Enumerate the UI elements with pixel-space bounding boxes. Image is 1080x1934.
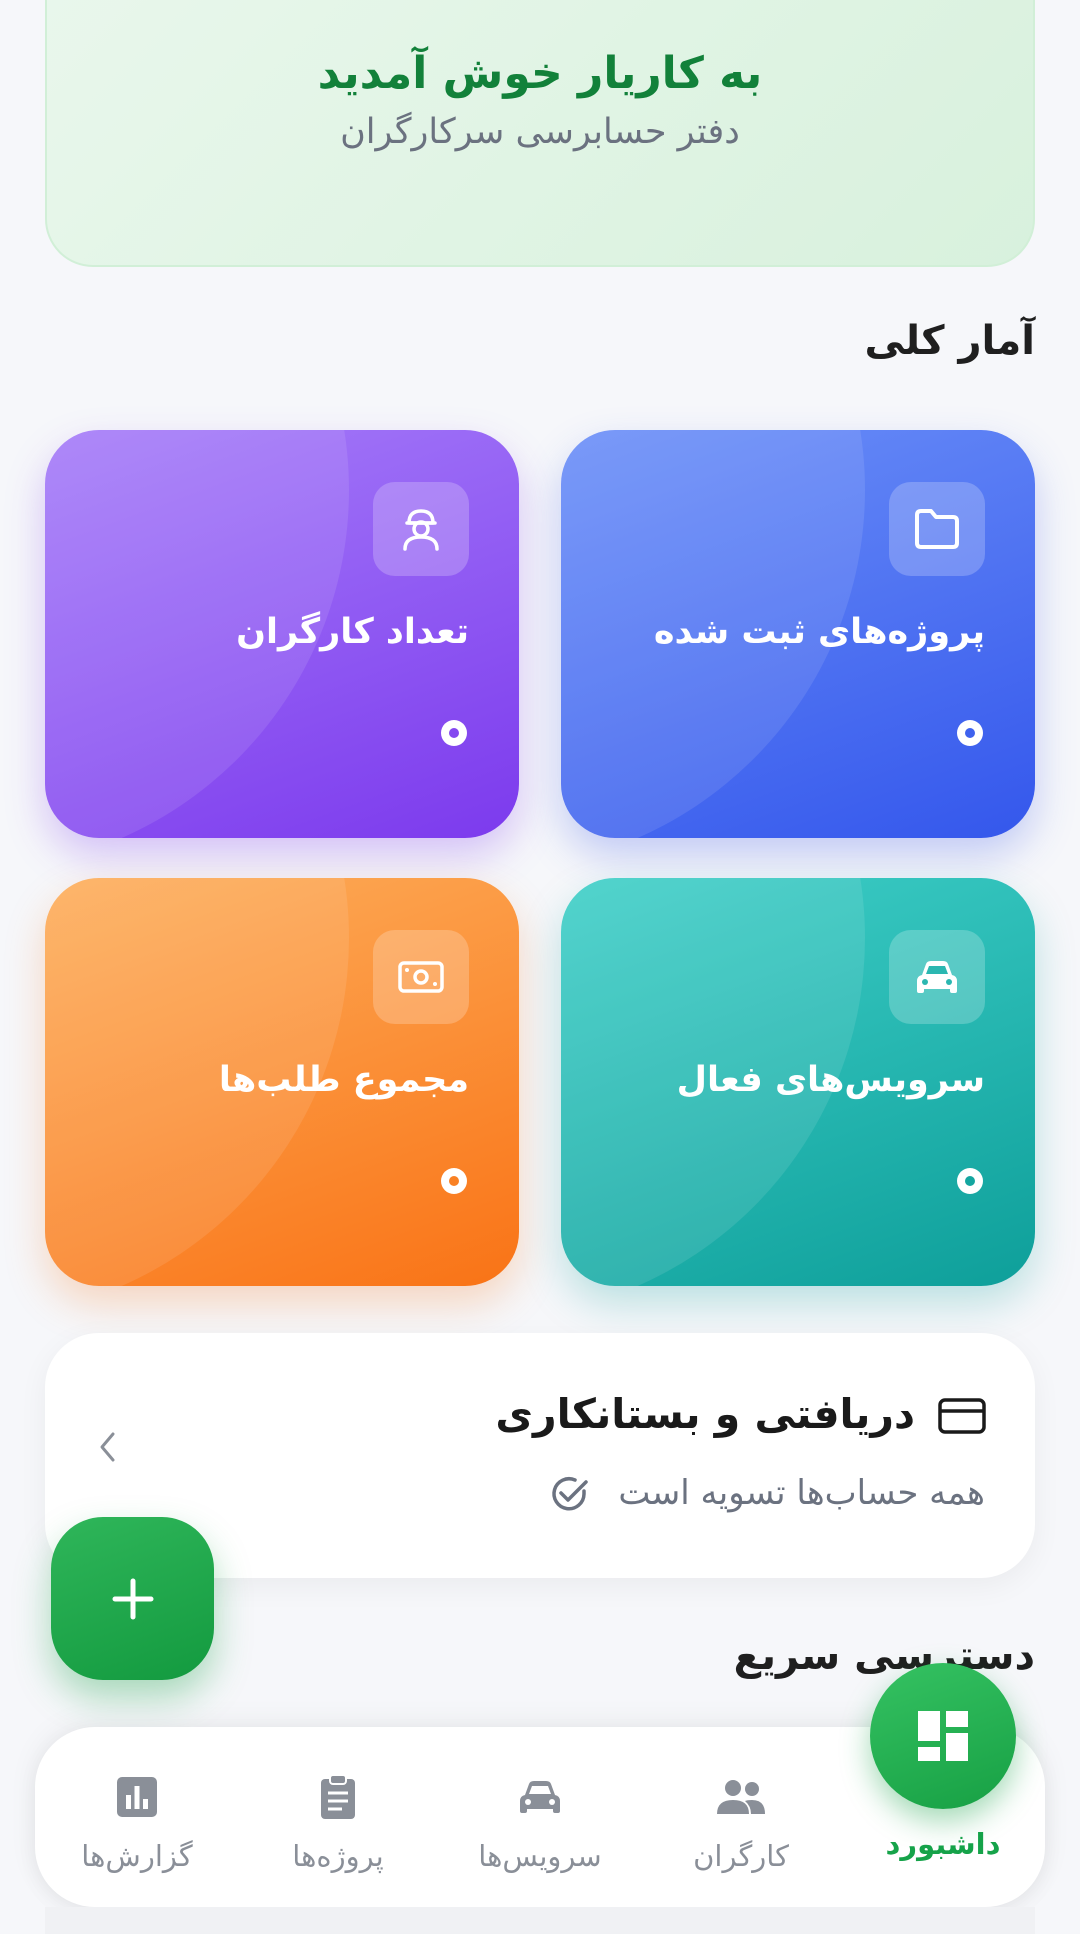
welcome-banner: به کاریار خوش آمدید دفتر حسابرسی سرکارگر… (45, 0, 1035, 267)
chart-icon (37, 1767, 237, 1827)
stats-section-title: آمار کلی (864, 318, 1035, 364)
check-circle-icon (548, 1473, 590, 1519)
worker-icon (373, 482, 469, 576)
people-icon (641, 1767, 841, 1827)
clipboard-icon (238, 1767, 438, 1827)
car-icon (440, 1767, 640, 1827)
nav-item-dashboard[interactable]: داشبورد (843, 1827, 1043, 1861)
stat-value-workers (441, 720, 467, 746)
stat-card-workers[interactable]: تعداد کارگران (45, 430, 519, 838)
stat-value-claims (441, 1168, 467, 1194)
stat-label-claims: مجموع طلب‌ها (218, 1060, 469, 1100)
welcome-subtitle: دفتر حسابرسی سرکارگران (340, 112, 740, 152)
stat-card-projects[interactable]: پروژه‌های ثبت شده (561, 430, 1035, 838)
stat-value-projects (957, 720, 983, 746)
nav-label-services: سرویس‌ها (478, 1839, 602, 1873)
nav-dashboard-button[interactable] (870, 1663, 1016, 1809)
chevron-left-icon[interactable] (97, 1428, 117, 1474)
car-icon (889, 930, 985, 1024)
content-peek (45, 1907, 1035, 1934)
nav-label-reports: گزارش‌ها (81, 1839, 193, 1873)
nav-item-reports[interactable]: گزارش‌ها (37, 1767, 237, 1873)
folder-icon (889, 482, 985, 576)
stat-label-projects: پروژه‌های ثبت شده (653, 612, 985, 652)
cash-icon (373, 930, 469, 1024)
stat-label-services: سرویس‌های فعال (676, 1060, 985, 1100)
balance-status: همه حساب‌ها تسویه است (618, 1473, 985, 1513)
stat-value-services (957, 1168, 983, 1194)
balance-title: دریافتی و بستانکاری (495, 1390, 915, 1438)
stat-card-services[interactable]: سرویس‌های فعال (561, 878, 1035, 1286)
dashboard-icon (918, 1711, 968, 1761)
welcome-title: به کاریار خوش آمدید (317, 48, 763, 99)
add-button[interactable] (51, 1517, 214, 1680)
credit-card-icon (937, 1397, 987, 1439)
quick-access-title: دسترسی سریع (733, 1633, 1035, 1679)
nav-item-workers[interactable]: کارگران (641, 1767, 841, 1873)
nav-item-services[interactable]: سرویس‌ها (440, 1767, 640, 1873)
nav-label-workers: کارگران (693, 1839, 789, 1873)
nav-label-dashboard: داشبورد (885, 1827, 1001, 1861)
stat-label-workers: تعداد کارگران (236, 612, 469, 652)
plus-icon (112, 1578, 153, 1619)
nav-label-projects: پروژه‌ها (292, 1839, 384, 1873)
stat-card-claims[interactable]: مجموع طلب‌ها (45, 878, 519, 1286)
nav-item-projects[interactable]: پروژه‌ها (238, 1767, 438, 1873)
